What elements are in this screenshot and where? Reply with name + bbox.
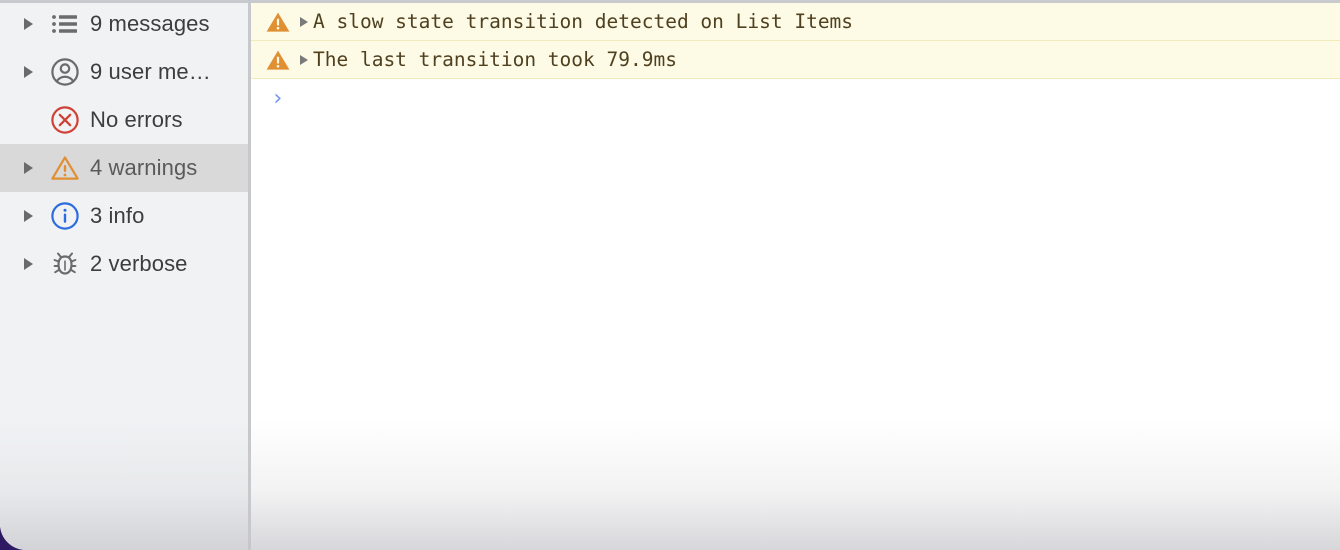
devtools-console-panel: 9 messages 9 user me… No errors 4 warnin… bbox=[0, 0, 1340, 550]
sidebar-item-label: 9 user me… bbox=[90, 59, 211, 84]
disclosure-triangle-icon[interactable] bbox=[24, 66, 46, 78]
sidebar-item-info[interactable]: 3 info bbox=[0, 192, 250, 240]
sidebar-item-errors[interactable]: No errors bbox=[0, 96, 250, 144]
console-message-list: A slow state transition detected on List… bbox=[251, 0, 1340, 550]
sidebar-top-border bbox=[0, 0, 250, 3]
chevron-right-icon[interactable] bbox=[295, 16, 313, 27]
disclosure-triangle-icon[interactable] bbox=[24, 210, 46, 222]
sidebar-item-label: 2 verbose bbox=[90, 251, 188, 276]
console-message-text: The last transition took 79.9ms bbox=[313, 48, 677, 71]
console-prompt-row[interactable]: › bbox=[251, 79, 1340, 119]
sidebar-item-verbose[interactable]: 2 verbose bbox=[0, 240, 250, 288]
console-prompt-input[interactable] bbox=[284, 79, 1340, 119]
warning-triangle-filled-icon bbox=[265, 48, 295, 72]
info-circle-icon bbox=[46, 201, 84, 231]
list-icon bbox=[46, 12, 84, 36]
sidebar-divider bbox=[248, 0, 251, 550]
warning-triangle-icon bbox=[46, 154, 84, 182]
sidebar-item-label: 9 messages bbox=[90, 11, 210, 36]
console-top-border bbox=[251, 0, 1340, 3]
console-sidebar: 9 messages 9 user me… No errors 4 warnin… bbox=[0, 0, 250, 550]
prompt-chevron-icon: › bbox=[271, 86, 285, 111]
sidebar-item-warnings[interactable]: 4 warnings bbox=[0, 144, 250, 192]
error-circle-icon bbox=[46, 105, 84, 135]
sidebar-item-messages[interactable]: 9 messages bbox=[0, 0, 250, 48]
user-circle-icon bbox=[46, 57, 84, 87]
bug-icon bbox=[46, 249, 84, 279]
sidebar-item-user-messages[interactable]: 9 user me… bbox=[0, 48, 250, 96]
console-message-row[interactable]: The last transition took 79.9ms bbox=[251, 41, 1340, 79]
chevron-right-icon[interactable] bbox=[295, 54, 313, 65]
disclosure-triangle-icon[interactable] bbox=[24, 162, 46, 174]
warning-triangle-filled-icon bbox=[265, 10, 295, 34]
sidebar-item-label: 4 warnings bbox=[90, 155, 198, 180]
console-message-row[interactable]: A slow state transition detected on List… bbox=[251, 3, 1340, 41]
sidebar-item-label: No errors bbox=[90, 107, 183, 132]
console-message-text: A slow state transition detected on List… bbox=[313, 10, 854, 33]
disclosure-triangle-icon[interactable] bbox=[24, 18, 46, 30]
disclosure-triangle-icon[interactable] bbox=[24, 258, 46, 270]
sidebar-item-label: 3 info bbox=[90, 203, 145, 228]
